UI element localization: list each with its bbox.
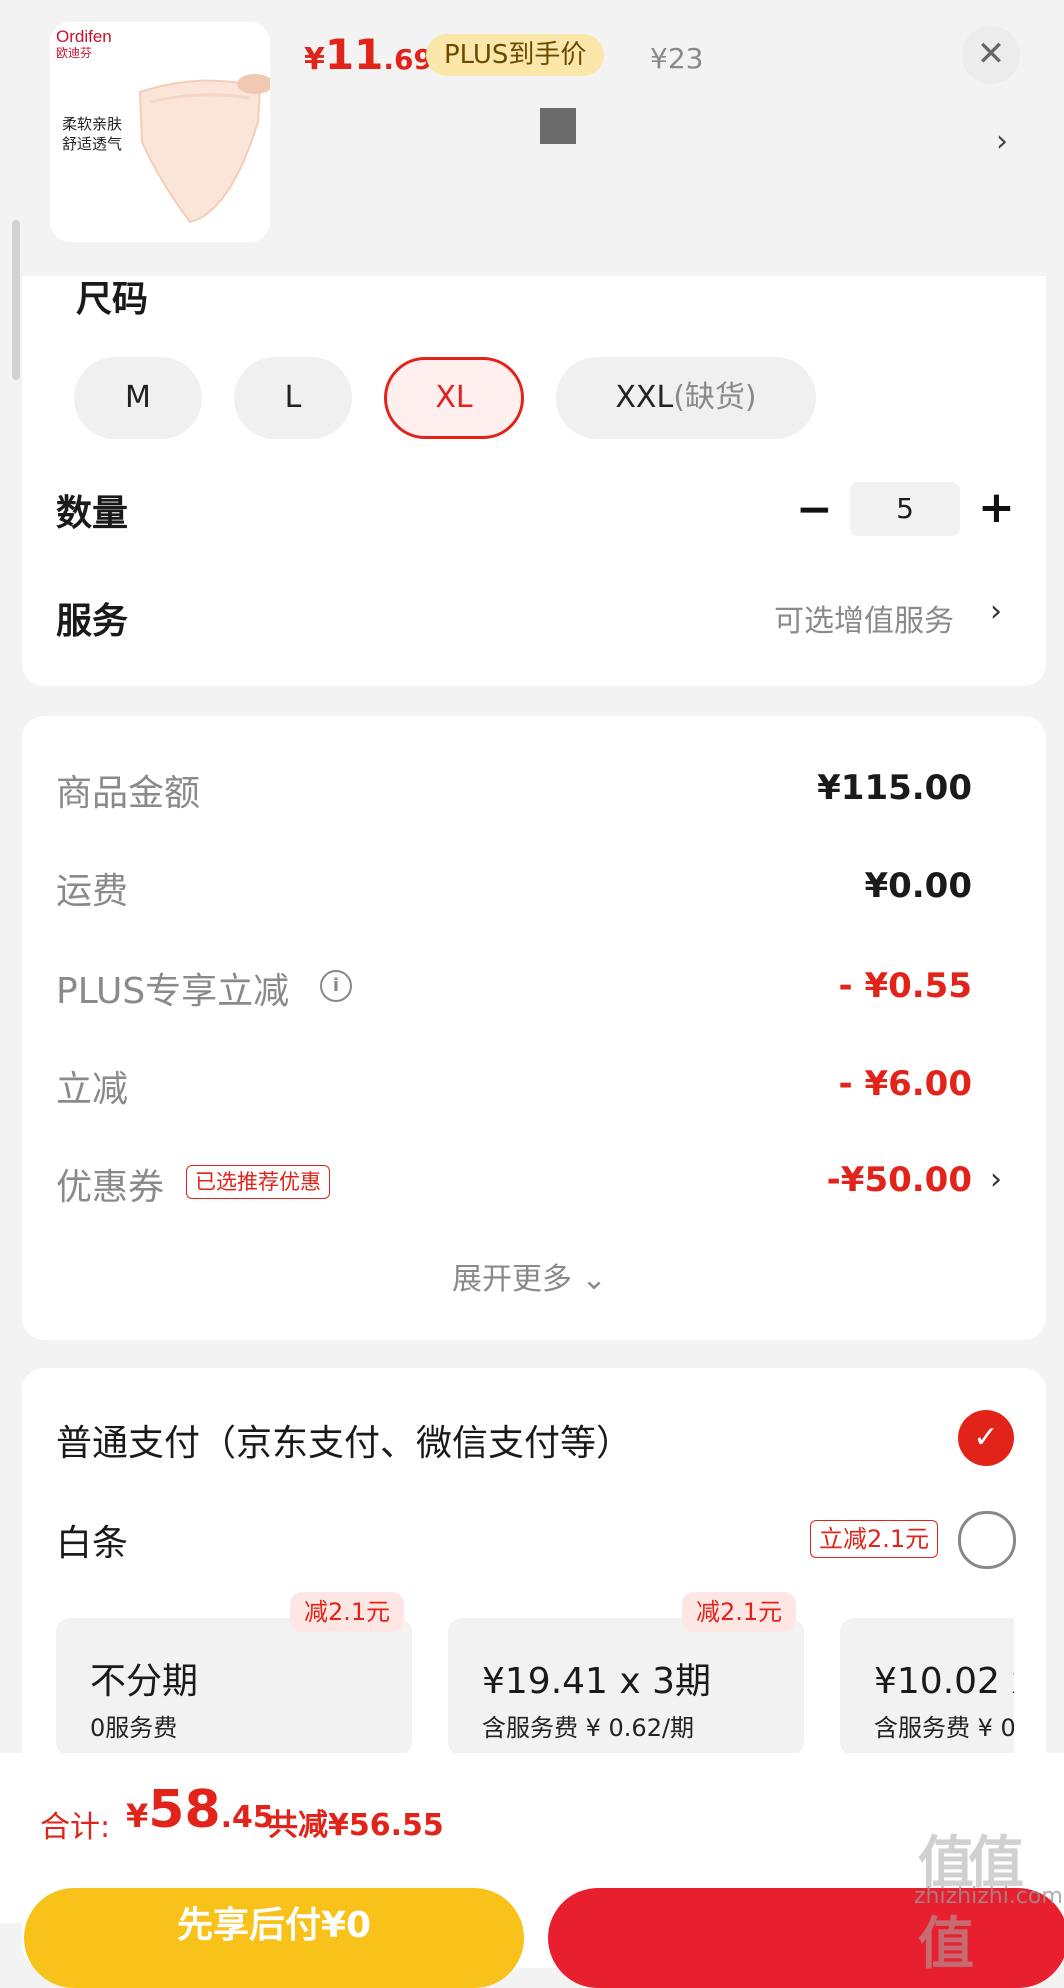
- chevron-right-icon[interactable]: ›: [990, 1162, 1002, 1197]
- scrollbar[interactable]: [12, 220, 20, 380]
- watermark-url: zhizhizhi.com: [914, 1884, 1063, 1909]
- service-hint[interactable]: 可选增值服务: [774, 596, 954, 640]
- total-savings: 共减¥56.55: [268, 1808, 444, 1843]
- size-title: 尺码: [76, 279, 149, 320]
- quantity-increase-button[interactable]: +: [978, 482, 1015, 533]
- info-icon[interactable]: i: [320, 970, 352, 1002]
- plan-discount-tag: 减2.1元: [682, 1592, 797, 1632]
- quantity-decrease-button[interactable]: −: [796, 484, 833, 535]
- close-icon: ✕: [976, 34, 1006, 74]
- shipping-value: ¥0.00: [864, 866, 972, 906]
- placeholder-square: [540, 108, 576, 144]
- quantity-label: 数量: [56, 493, 129, 534]
- thumb-caption: 柔软亲肤 舒适透气: [62, 115, 123, 153]
- shipping-label: 运费: [56, 871, 129, 912]
- plus-discount-value: - ¥0.55: [838, 966, 973, 1006]
- size-option-xl[interactable]: XL: [384, 357, 524, 439]
- service-label: 服务: [56, 601, 129, 642]
- plus-discount-label: PLUS专享立减: [56, 971, 290, 1012]
- baitiao-label[interactable]: 白条: [56, 1514, 128, 1566]
- brand-logo: Ordifen 欧迪芬: [56, 27, 112, 60]
- pay-later-button[interactable]: 先享后付¥0: [24, 1888, 524, 1988]
- coupon-value[interactable]: -¥50.00: [827, 1160, 972, 1200]
- plus-price-tag: PLUS到手价: [426, 34, 605, 76]
- baitiao-radio[interactable]: [958, 1511, 1016, 1569]
- original-price: ¥23: [650, 42, 704, 75]
- normal-payment-label[interactable]: 普通支付（京东支付、微信支付等）: [56, 1414, 632, 1466]
- garment-image: [138, 74, 270, 224]
- goods-amount-label: 商品金额: [56, 773, 201, 814]
- instant-discount-value: - ¥6.00: [838, 1064, 973, 1104]
- chevron-right-icon[interactable]: ›: [990, 594, 1002, 629]
- total-value: ¥58.45: [126, 1780, 274, 1840]
- total-label: 合计:: [40, 1810, 111, 1845]
- size-option-l[interactable]: L: [234, 357, 352, 439]
- quantity-input[interactable]: 5: [850, 482, 960, 536]
- plan-discount-tag: 减2.1元: [290, 1592, 405, 1632]
- product-thumbnail[interactable]: Ordifen 欧迪芬 柔软亲肤 舒适透气: [50, 22, 270, 242]
- instant-discount-label: 立减: [56, 1069, 129, 1110]
- chevron-right-icon[interactable]: ›: [996, 124, 1008, 159]
- installment-plan[interactable]: ¥19.41 x 3期 含服务费 ¥ 0.62/期: [448, 1618, 804, 1756]
- close-button[interactable]: ✕: [962, 26, 1020, 84]
- chevron-down-icon: ⌄: [581, 1262, 607, 1297]
- installment-plan[interactable]: 不分期 0服务费: [56, 1618, 412, 1756]
- size-option-xxl[interactable]: XXL(缺货): [556, 357, 816, 439]
- goods-amount-value: ¥115.00: [817, 768, 972, 808]
- coupon-badge: 已选推荐优惠: [186, 1165, 330, 1199]
- installment-plans: 不分期 0服务费 减2.1元 ¥19.41 x 3期 含服务费 ¥ 0.62/期…: [22, 1580, 1014, 1758]
- baitiao-discount-badge: 立减2.1元: [810, 1520, 939, 1558]
- expand-more-button[interactable]: 展开更多 ⌄: [452, 1254, 607, 1298]
- installment-plan[interactable]: ¥10.02 x 6期 含服务费 ¥ 0.: [840, 1618, 1014, 1756]
- current-price: ¥11.69: [304, 30, 433, 79]
- coupon-label: 优惠券: [56, 1167, 165, 1208]
- check-icon[interactable]: ✓: [958, 1410, 1014, 1466]
- size-option-m[interactable]: M: [74, 357, 202, 439]
